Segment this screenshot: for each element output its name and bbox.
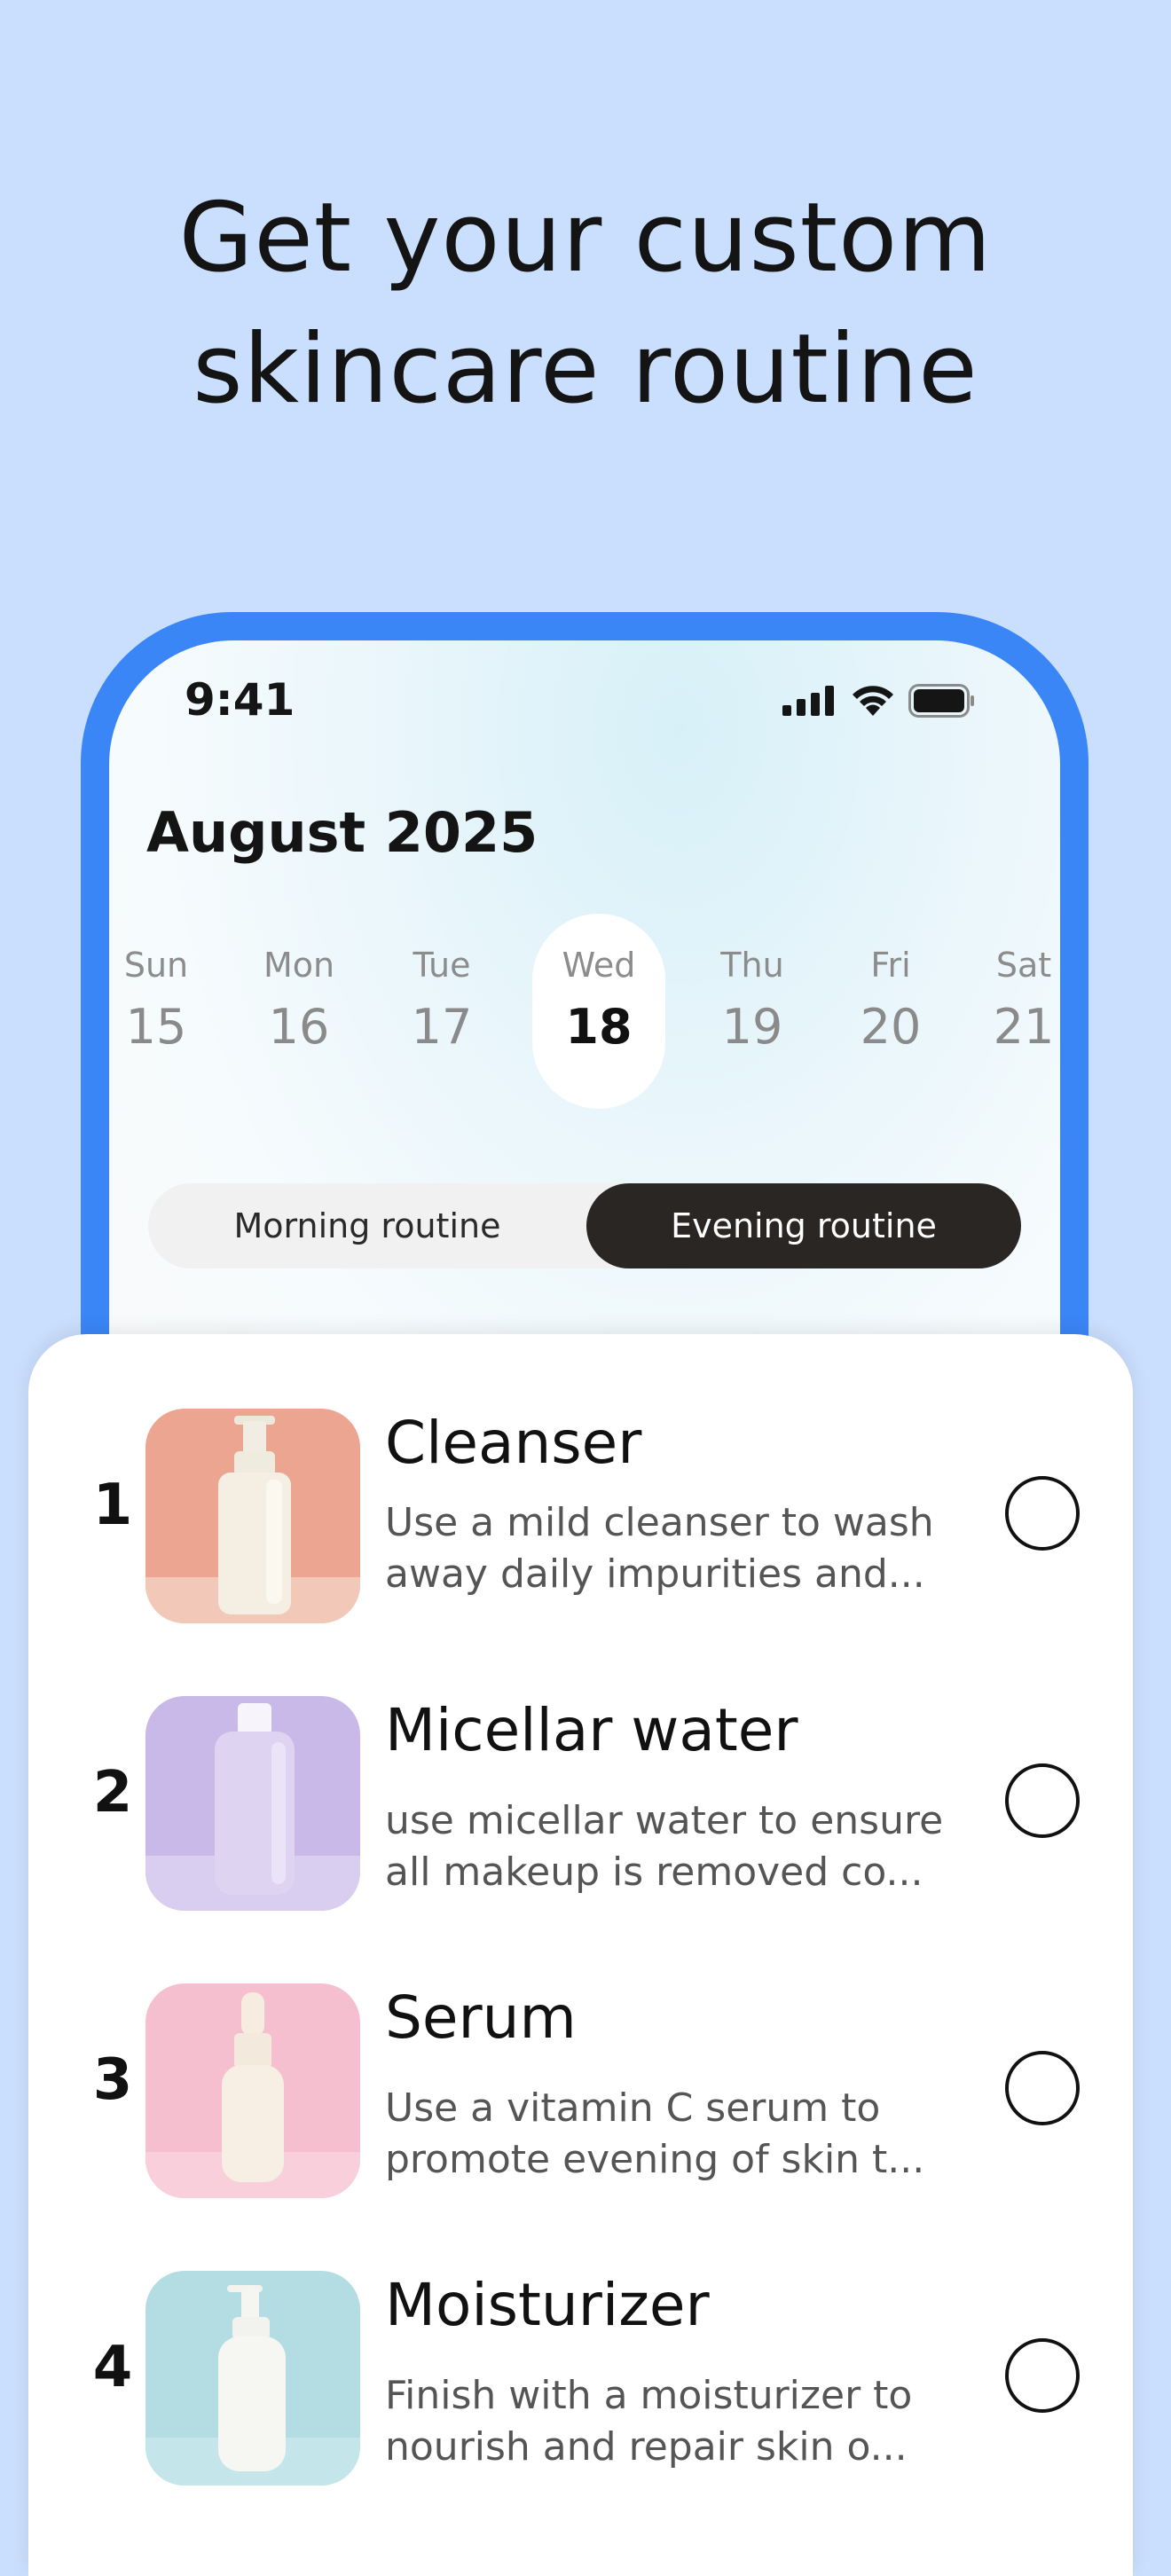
- battery-icon: [908, 684, 974, 718]
- check-circle-icon[interactable]: [1005, 2338, 1080, 2413]
- day-mon[interactable]: Mon 16: [232, 914, 365, 1109]
- cleanser-bottle-image: [145, 1409, 360, 1623]
- step-item-cleanser[interactable]: 1 Cleanser Use a mild cleanser to wash a…: [28, 1409, 1133, 1625]
- check-circle-icon[interactable]: [1005, 2051, 1080, 2125]
- headline-line-2: skincare routine: [193, 314, 978, 425]
- day-number: 15: [125, 999, 187, 1055]
- step-number: 1: [92, 1473, 133, 1538]
- headline-line-1: Get your custom: [178, 183, 993, 294]
- day-wed-selected[interactable]: Wed 18: [532, 914, 665, 1109]
- day-sat[interactable]: Sat 21: [957, 914, 1060, 1109]
- headline: Get your custom skincare routine: [0, 173, 1171, 436]
- day-name: Thu: [720, 946, 784, 985]
- step-title: Moisturizer: [385, 2271, 710, 2339]
- step-number: 2: [92, 1760, 133, 1826]
- week-strip: Sun 15 Mon 16 Tue 17 Wed 18 Thu 19 Fri 2…: [109, 914, 1060, 1109]
- step-description: Use a vitamin C serum to promote evening…: [385, 2083, 997, 2186]
- step-description-line: Use a vitamin C serum to: [385, 2085, 881, 2131]
- status-icons: [782, 683, 976, 719]
- step-title: Serum: [385, 1983, 577, 2052]
- step-title: Cleanser: [385, 1409, 642, 1477]
- day-number: 20: [860, 999, 922, 1055]
- day-number: 18: [565, 999, 633, 1055]
- month-title: August 2025: [146, 800, 538, 865]
- step-item-micellar-water[interactable]: 2 Micellar water use micellar water to e…: [28, 1696, 1133, 1912]
- step-description: use micellar water to ensure all makeup …: [385, 1795, 997, 1898]
- step-title: Micellar water: [385, 1696, 798, 1764]
- day-number: 16: [268, 999, 330, 1055]
- day-number: 17: [411, 999, 473, 1055]
- signal-icon: [782, 686, 834, 716]
- check-circle-icon[interactable]: [1005, 1476, 1080, 1551]
- serum-bottle-image: [145, 1983, 360, 2198]
- day-name: Sat: [995, 946, 1052, 985]
- step-item-moisturizer[interactable]: 4 Moisturizer Finish with a moisturizer …: [28, 2271, 1133, 2487]
- step-item-serum[interactable]: 3 Serum Use a vitamin C serum to promote…: [28, 1983, 1133, 2200]
- step-description-line: all makeup is removed co...: [385, 1850, 923, 1895]
- step-description: Finish with a moisturizer to nourish and…: [385, 2370, 997, 2473]
- check-circle-icon[interactable]: [1005, 1763, 1080, 1838]
- evening-routine-tab[interactable]: Evening routine: [586, 1183, 1021, 1268]
- routine-steps-sheet: 1 Cleanser Use a mild cleanser to wash a…: [28, 1334, 1133, 2576]
- step-number: 3: [92, 2047, 133, 2113]
- micellar-bottle-image: [145, 1696, 360, 1911]
- day-name: Fri: [870, 946, 911, 985]
- day-fri[interactable]: Fri 20: [824, 914, 957, 1109]
- day-number: 19: [721, 999, 783, 1055]
- day-thu[interactable]: Thu 19: [686, 914, 819, 1109]
- status-time: 9:41: [185, 674, 295, 726]
- day-name: Tue: [413, 946, 471, 985]
- day-tue[interactable]: Tue 17: [375, 914, 508, 1109]
- day-name: Wed: [562, 946, 636, 985]
- day-name: Mon: [263, 946, 335, 985]
- day-sun[interactable]: Sun 15: [109, 914, 223, 1109]
- step-description-line: nourish and repair skin o...: [385, 2424, 908, 2470]
- moisturizer-bottle-image: [145, 2271, 360, 2486]
- routine-toggle: Morning routine Evening routine: [148, 1183, 1021, 1268]
- day-name: Sun: [123, 946, 189, 985]
- step-number: 4: [92, 2335, 133, 2400]
- step-description-line: promote evening of skin t...: [385, 2137, 925, 2182]
- step-description-line: away daily impurities and...: [385, 1551, 925, 1597]
- morning-routine-tab[interactable]: Morning routine: [148, 1183, 586, 1268]
- step-description-line: Use a mild cleanser to wash: [385, 1500, 934, 1545]
- wifi-icon: [853, 686, 893, 716]
- step-description-line: Finish with a moisturizer to: [385, 2373, 913, 2418]
- step-description: Use a mild cleanser to wash away daily i…: [385, 1497, 997, 1600]
- day-number: 21: [993, 999, 1055, 1055]
- step-description-line: use micellar water to ensure: [385, 1798, 944, 1843]
